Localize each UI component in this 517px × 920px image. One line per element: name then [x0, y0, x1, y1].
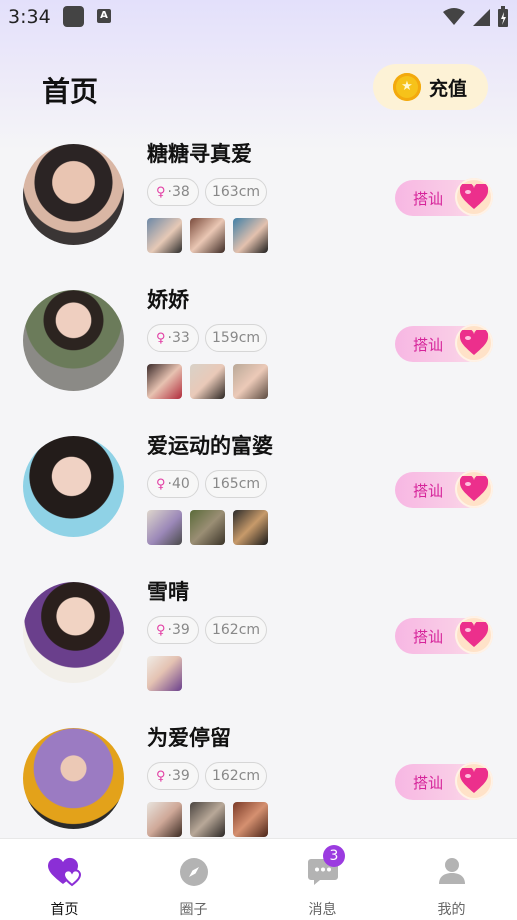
- chat-up-button[interactable]: 搭讪: [395, 470, 493, 510]
- female-gender-icon: ♀: [156, 768, 166, 784]
- age-value: 33: [171, 330, 190, 346]
- photo-strip: [147, 802, 268, 837]
- user-card[interactable]: 糖糖寻真爱 ♀ · 38 163cm 搭讪: [0, 132, 517, 278]
- heart-icon: [455, 470, 493, 508]
- chat-up-label: 搭讪: [413, 336, 444, 354]
- age-value: 39: [171, 768, 190, 784]
- user-list[interactable]: 糖糖寻真爱 ♀·38 163cm 搭讪 娇娇 ♀·33 159cm 搭讪: [0, 132, 517, 838]
- nav-messages-label: 消息: [308, 902, 337, 918]
- age-tag: ♀ · 38: [147, 178, 199, 206]
- nav-home-label: 首页: [50, 902, 79, 918]
- chat-up-label: 搭讪: [413, 190, 444, 208]
- status-bar: 3:34 A: [0, 0, 517, 36]
- photo-thumbnail[interactable]: [190, 802, 225, 837]
- nav-circle[interactable]: 圈子: [129, 839, 258, 920]
- photo-thumbnail[interactable]: [190, 510, 225, 545]
- photo-thumbnail[interactable]: [233, 218, 268, 253]
- wifi-icon: [443, 8, 465, 25]
- height-tag: 165cm: [205, 470, 267, 498]
- nav-profile[interactable]: 我的: [387, 839, 516, 920]
- photo-thumbnail[interactable]: [147, 364, 182, 399]
- coin-icon: ★: [393, 73, 421, 101]
- signal-icon: [473, 9, 490, 26]
- heart-icon: [455, 616, 493, 654]
- avatar[interactable]: [23, 436, 124, 537]
- heart-icon: [455, 178, 493, 216]
- age-value: 38: [171, 184, 190, 200]
- photo-thumbnail[interactable]: [233, 510, 268, 545]
- age-tag: ♀ · 40: [147, 470, 199, 498]
- avatar[interactable]: [23, 582, 124, 683]
- height-tag: 162cm: [205, 762, 267, 790]
- chat-up-button[interactable]: 搭讪: [395, 178, 493, 218]
- photo-strip: [147, 510, 268, 545]
- user-name: 娇娇: [147, 288, 189, 312]
- chat-up-label: 搭讪: [413, 482, 444, 500]
- user-name: 雪晴: [147, 580, 189, 604]
- age-tag: ♀ · 33: [147, 324, 199, 352]
- height-tag: 159cm: [205, 324, 267, 352]
- photo-strip: [147, 656, 182, 691]
- user-name: 爱运动的富婆: [147, 434, 273, 458]
- heart-icon: [455, 762, 493, 800]
- female-gender-icon: ♀: [156, 330, 166, 346]
- age-tag: ♀ · 39: [147, 616, 199, 644]
- female-gender-icon: ♀: [156, 184, 166, 200]
- chat-up-label: 搭讪: [413, 774, 444, 792]
- nav-messages[interactable]: 消息: [258, 839, 387, 920]
- app-notification-icon: [63, 6, 84, 27]
- recharge-button[interactable]: ★ 充值: [373, 64, 488, 110]
- photo-thumbnail[interactable]: [233, 364, 268, 399]
- age-tag: ♀ · 39: [147, 762, 199, 790]
- female-gender-icon: ♀: [156, 476, 166, 492]
- user-name: 为爱停留: [147, 726, 231, 750]
- avatar[interactable]: [23, 290, 124, 391]
- compass-icon: [179, 858, 208, 886]
- a-notification-icon: A: [97, 9, 111, 23]
- avatar[interactable]: [23, 728, 124, 829]
- avatar[interactable]: [23, 144, 124, 245]
- message-count-badge: 3: [323, 845, 345, 867]
- photo-thumbnail[interactable]: [190, 218, 225, 253]
- user-card[interactable]: 爱运动的富婆 ♀ · 40 165cm 搭讪: [0, 424, 517, 570]
- user-card[interactable]: 为爱停留 ♀ · 39 162cm 搭讪: [0, 716, 517, 838]
- chat-up-button[interactable]: 搭讪: [395, 616, 493, 656]
- height-tag: 163cm: [205, 178, 267, 206]
- profile-icon: [438, 858, 465, 884]
- photo-strip: [147, 364, 268, 399]
- bottom-nav: 首页 圈子 消息 我的: [0, 838, 517, 920]
- photo-thumbnail[interactable]: [147, 510, 182, 545]
- chat-up-button[interactable]: 搭讪: [395, 762, 493, 802]
- age-value: 39: [171, 622, 190, 638]
- photo-thumbnail[interactable]: [147, 218, 182, 253]
- photo-thumbnail[interactable]: [147, 802, 182, 837]
- heart-icon: [47, 857, 81, 887]
- age-value: 40: [171, 476, 190, 492]
- photo-strip: [147, 218, 268, 253]
- user-card[interactable]: 娇娇 ♀ · 33 159cm 搭讪: [0, 278, 517, 424]
- female-gender-icon: ♀: [156, 622, 166, 638]
- photo-thumbnail[interactable]: [233, 802, 268, 837]
- battery-icon: [498, 6, 508, 27]
- photo-thumbnail[interactable]: [190, 364, 225, 399]
- recharge-label: 充值: [429, 77, 468, 100]
- nav-profile-label: 我的: [437, 902, 466, 918]
- user-name: 糖糖寻真爱: [147, 142, 252, 166]
- page-title: 首页: [42, 75, 99, 108]
- user-card[interactable]: 雪晴 ♀ · 39 162cm 搭讪: [0, 570, 517, 716]
- nav-home[interactable]: 首页: [0, 839, 129, 920]
- chat-up-button[interactable]: 搭讪: [395, 324, 493, 364]
- chat-up-label: 搭讪: [413, 628, 444, 646]
- heart-icon: [455, 324, 493, 362]
- status-time: 3:34: [8, 6, 51, 28]
- height-tag: 162cm: [205, 616, 267, 644]
- nav-circle-label: 圈子: [179, 902, 208, 918]
- photo-thumbnail[interactable]: [147, 656, 182, 691]
